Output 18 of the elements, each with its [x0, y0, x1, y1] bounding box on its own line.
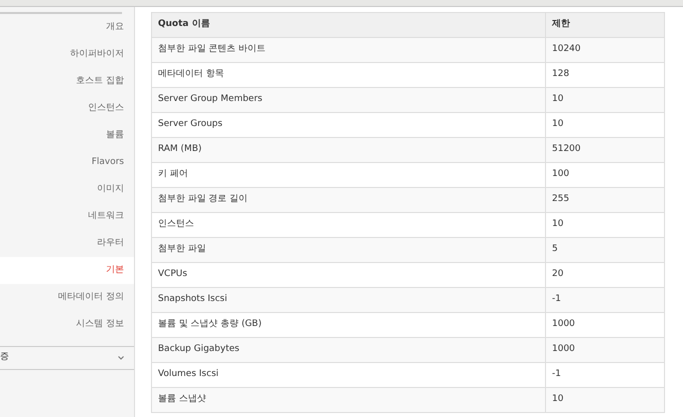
sidebar-item[interactable]: 볼륨: [0, 122, 134, 149]
column-header: 제한: [546, 12, 664, 38]
sidebar-group-header[interactable]: 증: [0, 346, 134, 370]
sidebar-item[interactable]: 라우터: [0, 230, 134, 257]
sidebar-item[interactable]: 하이퍼바이저: [0, 41, 134, 68]
sidebar-item[interactable]: 메타데이터 정의: [0, 284, 134, 311]
sidebar-item[interactable]: 시스템 정보: [0, 311, 134, 338]
sidebar-item[interactable]: 이미지: [0, 176, 134, 203]
sidebar-item[interactable]: Flavors: [0, 149, 134, 176]
column-header: Quota 이름: [152, 12, 546, 38]
table-cell: 볼륨 스냅샷: [152, 388, 546, 412]
sidebar-item[interactable]: 네트워크: [0, 203, 134, 230]
sidebar-item[interactable]: 기본: [0, 257, 134, 284]
table-cell: 10: [546, 388, 664, 412]
sidebar-item[interactable]: 인스턴스: [0, 95, 134, 122]
chevron-icon: [118, 356, 124, 360]
sidebar-item[interactable]: 개요: [0, 14, 134, 41]
sidebar-item[interactable]: 호스트 집합: [0, 68, 134, 95]
